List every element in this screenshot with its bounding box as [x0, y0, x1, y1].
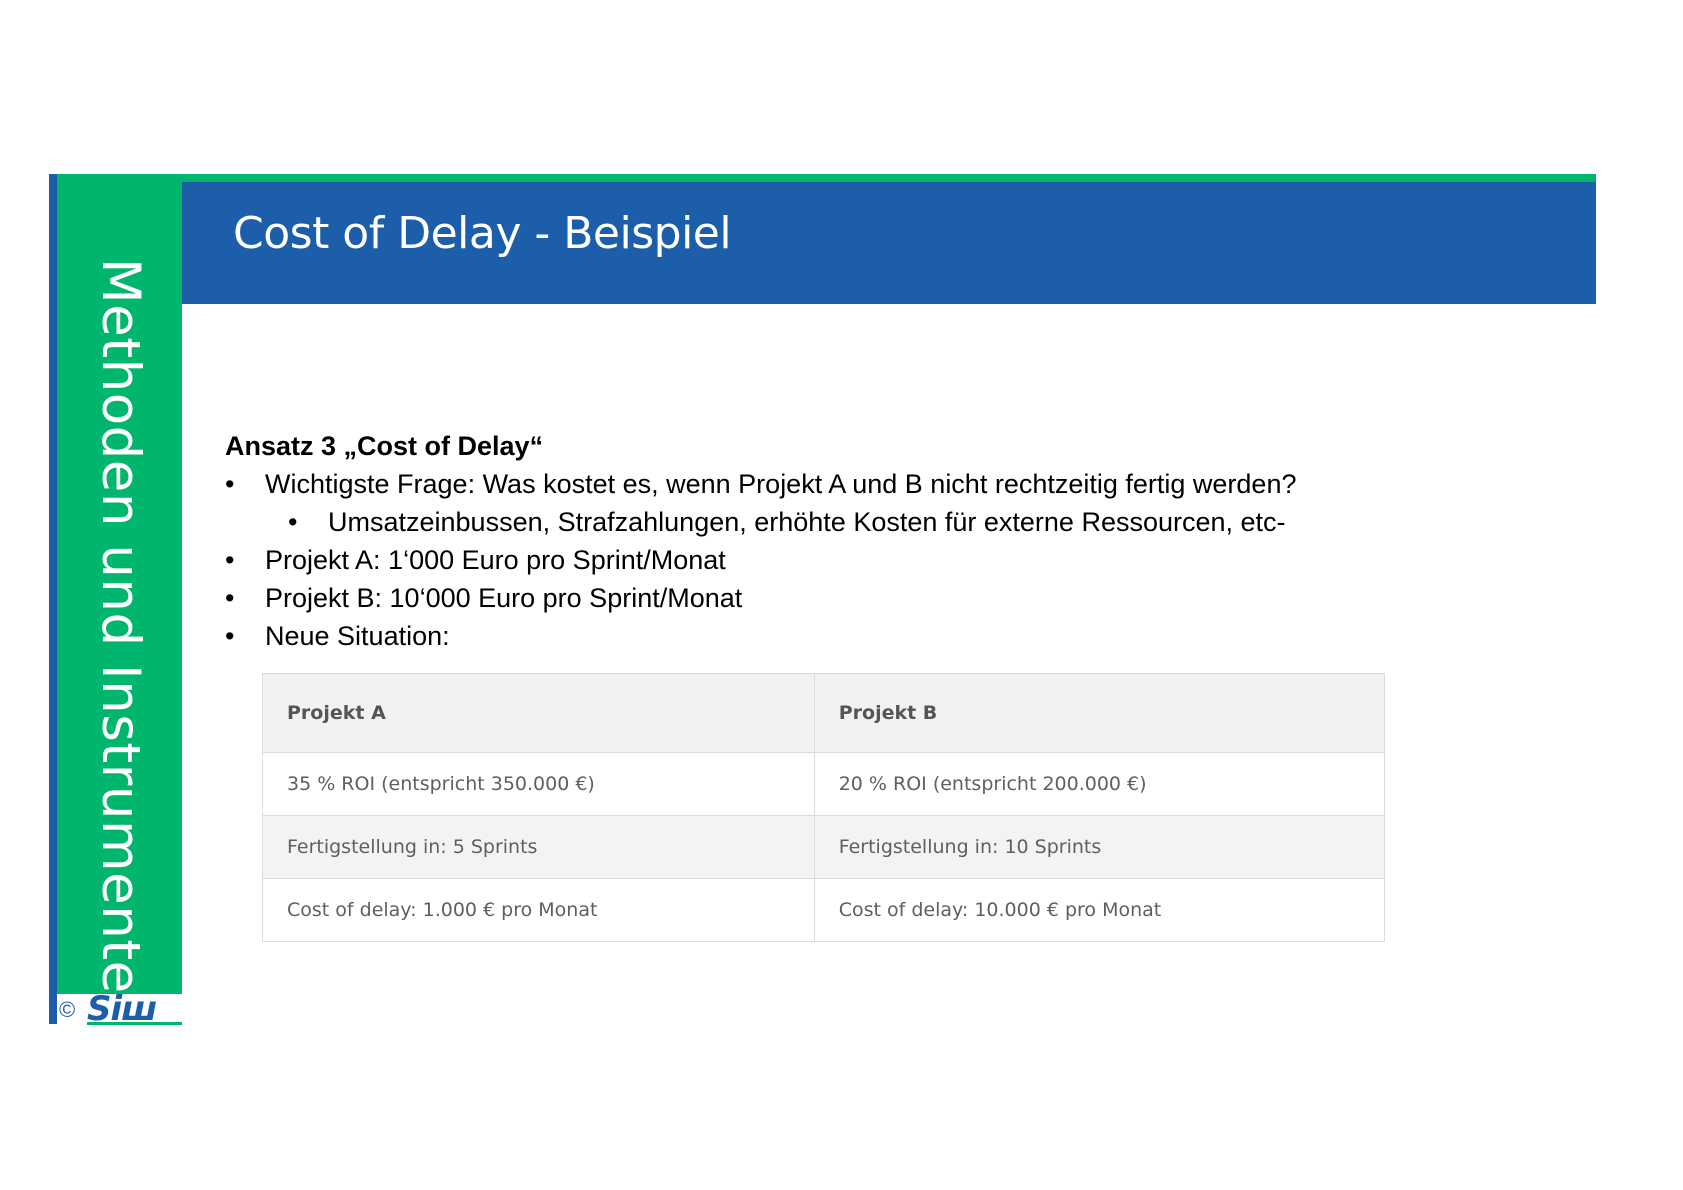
- column-header-project-b: Projekt B: [813, 673, 1386, 753]
- column-header-project-a: Projekt A: [262, 673, 815, 753]
- bullet-text: Wichtigste Frage: Was kostet es, wenn Pr…: [265, 469, 1297, 499]
- table-header-row: Projekt A Projekt B: [262, 673, 1386, 753]
- table-row: Fertigstellung in: 5 Sprints Fertigstell…: [262, 815, 1386, 879]
- bullet-icon: •: [288, 507, 298, 537]
- slide-title: Cost of Delay - Beispiel: [233, 208, 732, 259]
- table-cell: Fertigstellung in: 10 Sprints: [813, 815, 1386, 879]
- bullet-icon: •: [225, 621, 235, 651]
- copyright-symbol: ©: [59, 997, 76, 1022]
- bullet-text: Neue Situation:: [265, 621, 450, 651]
- slide-content: Ansatz 3 „Cost of Delay“ • Wichtigste Fr…: [225, 427, 1505, 655]
- header-accent-line: [182, 174, 1596, 182]
- bullet-main-question: • Wichtigste Frage: Was kostet es, wenn …: [225, 465, 1505, 503]
- bullet-text: Projekt A: 1‘000 Euro pro Sprint/Monat: [265, 545, 726, 575]
- comparison-table: Projekt A Projekt B 35 % ROI (entspricht…: [262, 673, 1386, 942]
- bullet-project-b: • Projekt B: 10‘000 Euro pro Sprint/Mona…: [225, 579, 1505, 617]
- bullet-sub-costs: • Umsatzeinbussen, Strafzahlungen, erhöh…: [288, 503, 1505, 541]
- table-row: 35 % ROI (entspricht 350.000 €) 20 % ROI…: [262, 752, 1386, 816]
- table-cell: Cost of delay: 10.000 € pro Monat: [813, 878, 1386, 942]
- bullet-icon: •: [225, 469, 235, 499]
- bullet-icon: •: [225, 583, 235, 613]
- sidebar-accent-bar: [49, 174, 57, 1024]
- bullet-new-situation: • Neue Situation:: [225, 617, 1505, 655]
- table-cell: Fertigstellung in: 5 Sprints: [262, 815, 815, 879]
- bullet-icon: •: [225, 545, 235, 575]
- table-cell: Cost of delay: 1.000 € pro Monat: [262, 878, 815, 942]
- bullet-text: Umsatzeinbussen, Strafzahlungen, erhöhte…: [328, 507, 1286, 537]
- table-row: Cost of delay: 1.000 € pro Monat Cost of…: [262, 878, 1386, 942]
- table-cell: 20 % ROI (entspricht 200.000 €): [813, 752, 1386, 816]
- table-cell: 35 % ROI (entspricht 350.000 €): [262, 752, 815, 816]
- bullet-project-a: • Projekt A: 1‘000 Euro pro Sprint/Monat: [225, 541, 1505, 579]
- section-heading: Ansatz 3 „Cost of Delay“: [225, 431, 544, 461]
- sidebar-label: Methoden und Instrumente: [90, 258, 151, 994]
- bullet-text: Projekt B: 10‘000 Euro pro Sprint/Monat: [265, 583, 743, 613]
- siw-logo: © Siш: [57, 992, 182, 1026]
- siw-logo-mark: Siш: [87, 992, 182, 1026]
